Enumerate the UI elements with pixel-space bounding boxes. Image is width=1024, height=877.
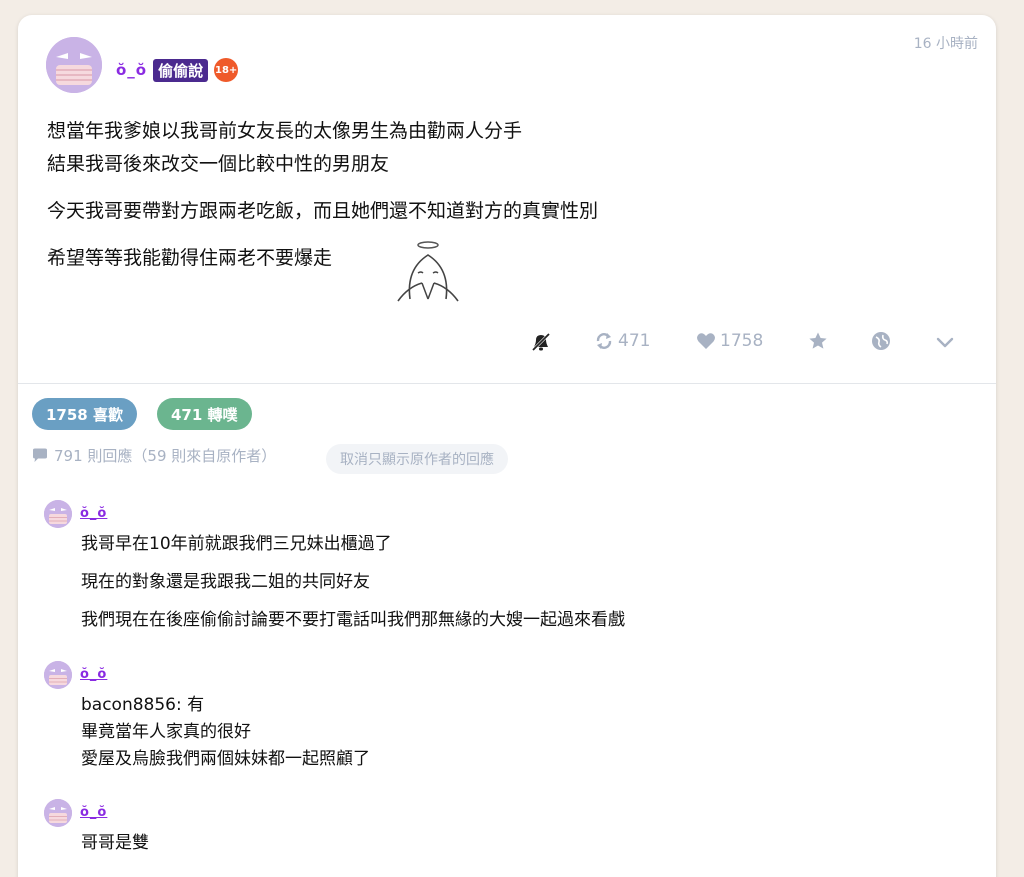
post-line: 今天我哥要帶對方跟兩老吃飯，而且她們還不知道對方的真實性別 (47, 200, 599, 222)
comment-line: 愛屋及烏臉我們兩個妹妹都一起照顧了 (81, 749, 370, 769)
show-all-replies-button[interactable]: 取消只顯示原作者的回應 (326, 444, 508, 474)
mute-icon[interactable] (530, 331, 552, 353)
comment-line: bacon8856: 有 (81, 695, 205, 715)
post-line: 結果我哥後來改交一個比較中性的男朋友 (47, 153, 390, 175)
author-name[interactable]: ŏ_ŏ (116, 61, 147, 79)
replies-count: 791 則回應（59 則來自原作者） (32, 445, 276, 466)
post-action-bar: 471 1758 (18, 331, 996, 357)
post-timestamp[interactable]: 16 小時前 (914, 33, 978, 53)
board-tag[interactable]: 偷偷說 (153, 58, 209, 82)
like-count: 1758 (720, 331, 764, 351)
praying-angel-sticker (388, 239, 460, 307)
comment-line: 我哥早在10年前就跟我們三兄妹出櫃過了 (81, 534, 392, 554)
comment-body: bacon8856: 有 畢竟當年人家真的很好 愛屋及烏臉我們兩個妹妹都一起照顧… (81, 692, 370, 773)
reposts-pill[interactable]: 471 轉噗 (157, 398, 252, 430)
comment-author[interactable]: ŏ_ŏ (80, 506, 107, 521)
repost-count: 471 (618, 331, 651, 351)
repost-button[interactable]: 471 (594, 331, 650, 351)
comment-avatar[interactable] (44, 799, 72, 827)
plurk-post-card: ŏ_ŏ 偷偷說 18+ 16 小時前 想當年我爹娘以我哥前女友長的太像男生為由勸… (18, 15, 996, 877)
post-author-line: ŏ_ŏ 偷偷說 18+ (116, 58, 239, 82)
comment-line: 哥哥是雙 (81, 833, 149, 853)
comment-line: 我們現在在後座偷偷討論要不要打電話叫我們那無緣的大嫂一起過來看戲 (81, 610, 625, 630)
post-content: 想當年我爹娘以我哥前女友長的太像男生為由勸兩人分手 結果我哥後來改交一個比較中性… (47, 115, 598, 289)
author-avatar[interactable] (46, 37, 102, 93)
like-button[interactable]: 1758 (696, 331, 763, 351)
star-icon[interactable] (808, 331, 828, 351)
replies-label: 791 則回應（59 則來自原作者） (54, 447, 277, 465)
age-restriction-badge: 18+ (214, 58, 239, 82)
heart-icon (697, 333, 715, 349)
post-line: 希望等等我能勸得住兩老不要爆走 (47, 247, 333, 269)
comment-author[interactable]: ŏ_ŏ (80, 667, 107, 682)
comment-avatar[interactable] (44, 661, 72, 689)
likes-pill[interactable]: 1758 喜歡 (32, 398, 137, 430)
post-line: 想當年我爹娘以我哥前女友長的太像男生為由勸兩人分手 (47, 120, 523, 142)
comment-icon (33, 448, 47, 462)
comment-body: 我哥早在10年前就跟我們三兄妹出櫃過了 現在的對象還是我跟我二姐的共同好友 我們… (81, 531, 625, 645)
repost-icon (596, 333, 612, 349)
section-divider (18, 383, 996, 384)
share-icon[interactable] (871, 331, 891, 351)
comment-body: 哥哥是雙 (81, 830, 149, 857)
comment-avatar[interactable] (44, 500, 72, 528)
comment-line: 畢竟當年人家真的很好 (81, 722, 251, 742)
chevron-down-icon[interactable] (934, 331, 956, 353)
comment-line: 現在的對象還是我跟我二姐的共同好友 (81, 572, 370, 592)
comment-author[interactable]: ŏ_ŏ (80, 805, 107, 820)
